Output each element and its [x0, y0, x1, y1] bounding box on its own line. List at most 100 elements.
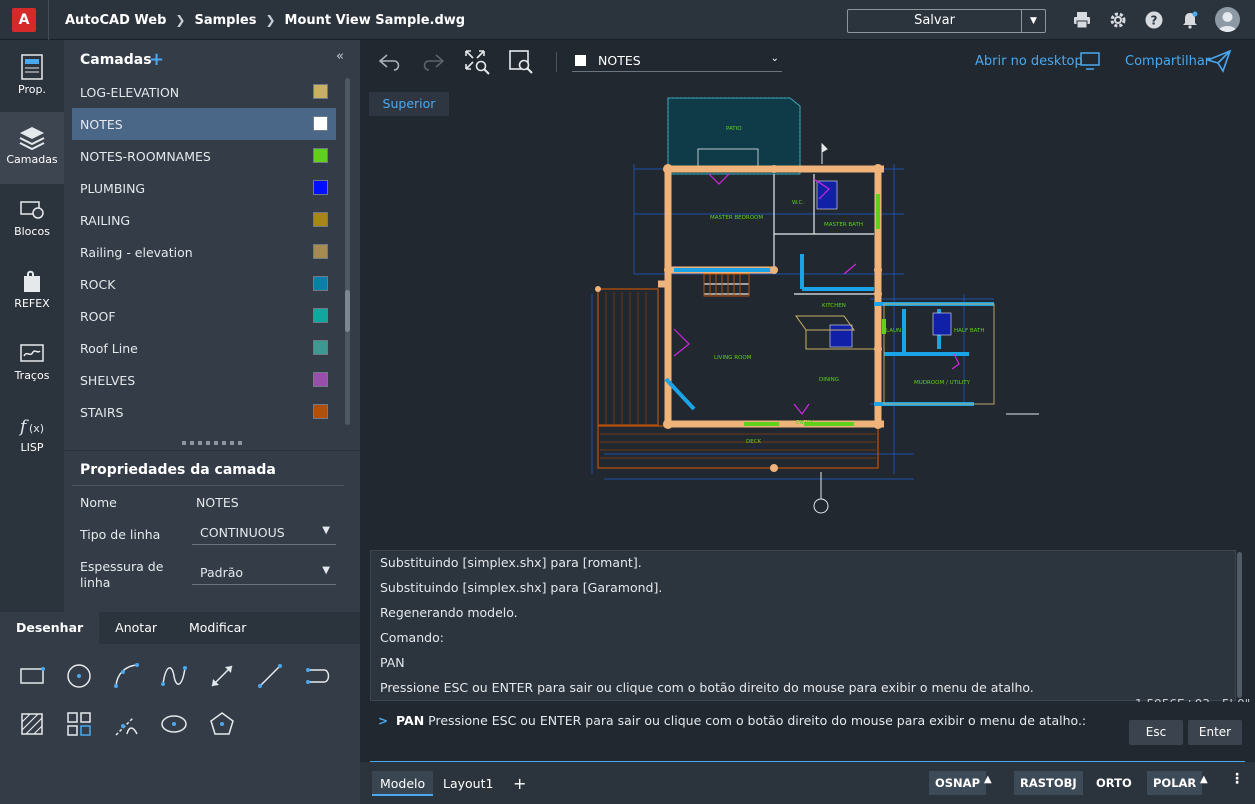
- history-line: Comando:: [380, 630, 444, 645]
- name-label: Nome: [80, 495, 117, 510]
- layer-row[interactable]: Railing - elevation: [72, 236, 336, 268]
- user-avatar[interactable]: [1215, 7, 1240, 32]
- chevron-up-icon[interactable]: ▲: [1200, 774, 1208, 785]
- layer-color-swatch[interactable]: [313, 308, 328, 323]
- esc-button[interactable]: Esc: [1129, 720, 1183, 745]
- layer-row[interactable]: SHELVES: [72, 364, 336, 396]
- layer-row[interactable]: ROCK: [72, 268, 336, 300]
- redo-icon[interactable]: [421, 52, 445, 72]
- layer-row[interactable]: ROOF: [72, 300, 336, 332]
- left-rail: Prop. Camadas Blocos REFEX Traços f (x) L…: [0, 40, 64, 612]
- kitchen-island: [829, 324, 853, 348]
- breadcrumb-folder[interactable]: Samples: [194, 13, 256, 28]
- command-line[interactable]: > PAN Pressione ESC ou ENTER para sair o…: [360, 702, 1255, 762]
- view-cube-label[interactable]: Superior: [369, 92, 449, 116]
- chevron-down-icon: ▼: [322, 565, 330, 576]
- room-label: PATIO: [726, 126, 742, 132]
- layer-color-swatch[interactable]: [313, 180, 328, 195]
- floor-plan-drawing[interactable]: PATIO MASTER BEDROOM W.C. MASTER BATH KI…: [574, 94, 1044, 514]
- hatch-tool-icon[interactable]: [16, 708, 48, 740]
- rail-item-blocks[interactable]: Blocos: [0, 184, 64, 256]
- drawing-canvas[interactable]: NOTES ⌄ Abrir no desktop Compartilhar Su…: [360, 40, 1255, 550]
- layer-row[interactable]: RAILING: [72, 204, 336, 236]
- breadcrumb-app[interactable]: AutoCAD Web: [65, 13, 166, 28]
- scrollbar-thumb[interactable]: [345, 290, 350, 332]
- arc-tool-icon[interactable]: [111, 660, 143, 692]
- layer-color-swatch[interactable]: [313, 404, 328, 419]
- undo-icon[interactable]: [378, 52, 402, 72]
- save-dropdown-button[interactable]: ▼: [1021, 10, 1045, 32]
- enter-button[interactable]: Enter: [1188, 720, 1242, 745]
- printer-icon[interactable]: [1073, 11, 1091, 29]
- layer-row[interactable]: NOTES-ROOMNAMES: [72, 140, 336, 172]
- ellipse-tool-icon[interactable]: [158, 708, 190, 740]
- layer-row[interactable]: NOTES: [72, 108, 336, 140]
- layer-color-swatch[interactable]: [313, 340, 328, 355]
- command-prompt: PAN Pressione ESC ou ENTER para sair ou …: [396, 713, 1086, 728]
- toolbar-divider: [556, 52, 557, 72]
- autocad-logo[interactable]: A: [12, 8, 36, 32]
- bell-icon[interactable]: [1181, 11, 1199, 29]
- tab-modificar[interactable]: Modificar: [173, 612, 262, 644]
- more-options-icon[interactable]: ⋮: [1230, 771, 1244, 787]
- layer-color-swatch[interactable]: [313, 276, 328, 291]
- open-desktop-link[interactable]: Abrir no desktop: [975, 54, 1083, 69]
- rail-item-traces[interactable]: Traços: [0, 328, 64, 400]
- rail-item-properties[interactable]: Prop.: [0, 40, 64, 112]
- share-link[interactable]: Compartilhar: [1125, 54, 1210, 69]
- tab-model[interactable]: Modelo: [372, 771, 434, 796]
- layer-color-swatch[interactable]: [313, 148, 328, 163]
- lineweight-select[interactable]: Padrão ▼: [192, 561, 336, 585]
- ortho-toggle[interactable]: ORTO: [1090, 771, 1138, 795]
- rail-item-xref[interactable]: REFEX: [0, 256, 64, 328]
- osnap-toggle[interactable]: OSNAP: [929, 771, 987, 795]
- help-icon[interactable]: ?: [1145, 11, 1163, 29]
- rail-item-lisp[interactable]: f (x) LISP: [0, 400, 64, 472]
- layer-color-swatch[interactable]: [313, 244, 328, 259]
- rastobj-toggle[interactable]: RASTOBJ: [1014, 771, 1083, 795]
- current-layer-select[interactable]: NOTES ⌄: [572, 50, 782, 72]
- rail-item-layers[interactable]: Camadas: [0, 112, 64, 184]
- zoom-extents-icon[interactable]: [464, 49, 490, 75]
- array-tool-icon[interactable]: [63, 708, 95, 740]
- resize-grip[interactable]: [182, 441, 242, 445]
- layer-properties-panel: Propriedades da camada Nome NOTES Tipo d…: [64, 450, 360, 612]
- tab-layout1[interactable]: Layout1: [435, 771, 501, 796]
- history-line: Substituindo [simplex.shx] para [Garamon…: [380, 580, 663, 595]
- circle-tool-icon[interactable]: [63, 660, 95, 692]
- spline-tool-icon[interactable]: [158, 660, 190, 692]
- add-layer-button[interactable]: +: [149, 49, 164, 70]
- layer-color-swatch[interactable]: [313, 84, 328, 99]
- layer-color-swatch[interactable]: [313, 372, 328, 387]
- zoom-window-icon[interactable]: [508, 49, 534, 75]
- status-bar: Modelo Layout1 + OSNAP ▲ RASTOBJ ORTO PO…: [360, 762, 1255, 804]
- layer-color-swatch[interactable]: [313, 212, 328, 227]
- layer-row[interactable]: STAIRS: [72, 396, 336, 428]
- save-button[interactable]: Salvar: [848, 10, 1021, 32]
- polar-toggle[interactable]: POLAR: [1147, 771, 1203, 795]
- layer-row[interactable]: PLUMBING: [72, 172, 336, 204]
- chevron-up-icon[interactable]: ▲: [984, 774, 992, 785]
- layer-color-swatch[interactable]: [313, 116, 328, 131]
- add-layout-button[interactable]: +: [505, 771, 534, 796]
- monitor-icon[interactable]: [1079, 51, 1101, 71]
- line-tool-icon[interactable]: [254, 660, 286, 692]
- layer-row[interactable]: Roof Line: [72, 332, 336, 364]
- layers-panel-title: Camadas: [80, 52, 152, 68]
- tab-anotar[interactable]: Anotar: [99, 612, 173, 644]
- layer-row[interactable]: LOG-ELEVATION: [72, 76, 336, 108]
- layer-list-scrollbar[interactable]: [345, 78, 350, 425]
- history-scrollbar[interactable]: [1237, 552, 1242, 698]
- collapse-panel-icon[interactable]: «: [336, 49, 344, 64]
- polyline-tool-icon[interactable]: [302, 660, 334, 692]
- gear-icon[interactable]: [1109, 11, 1127, 29]
- dimension-tool-icon[interactable]: [206, 660, 238, 692]
- tab-desenhar[interactable]: Desenhar: [0, 612, 100, 644]
- send-icon[interactable]: [1206, 49, 1232, 73]
- linetype-select[interactable]: CONTINUOUS ▼: [192, 521, 336, 545]
- chevron-right-icon: >: [378, 714, 389, 728]
- lineweight-value: Padrão: [200, 565, 244, 580]
- rectangle-tool-icon[interactable]: [16, 660, 48, 692]
- polygon-tool-icon[interactable]: [206, 708, 238, 740]
- trim-tool-icon[interactable]: [111, 708, 143, 740]
